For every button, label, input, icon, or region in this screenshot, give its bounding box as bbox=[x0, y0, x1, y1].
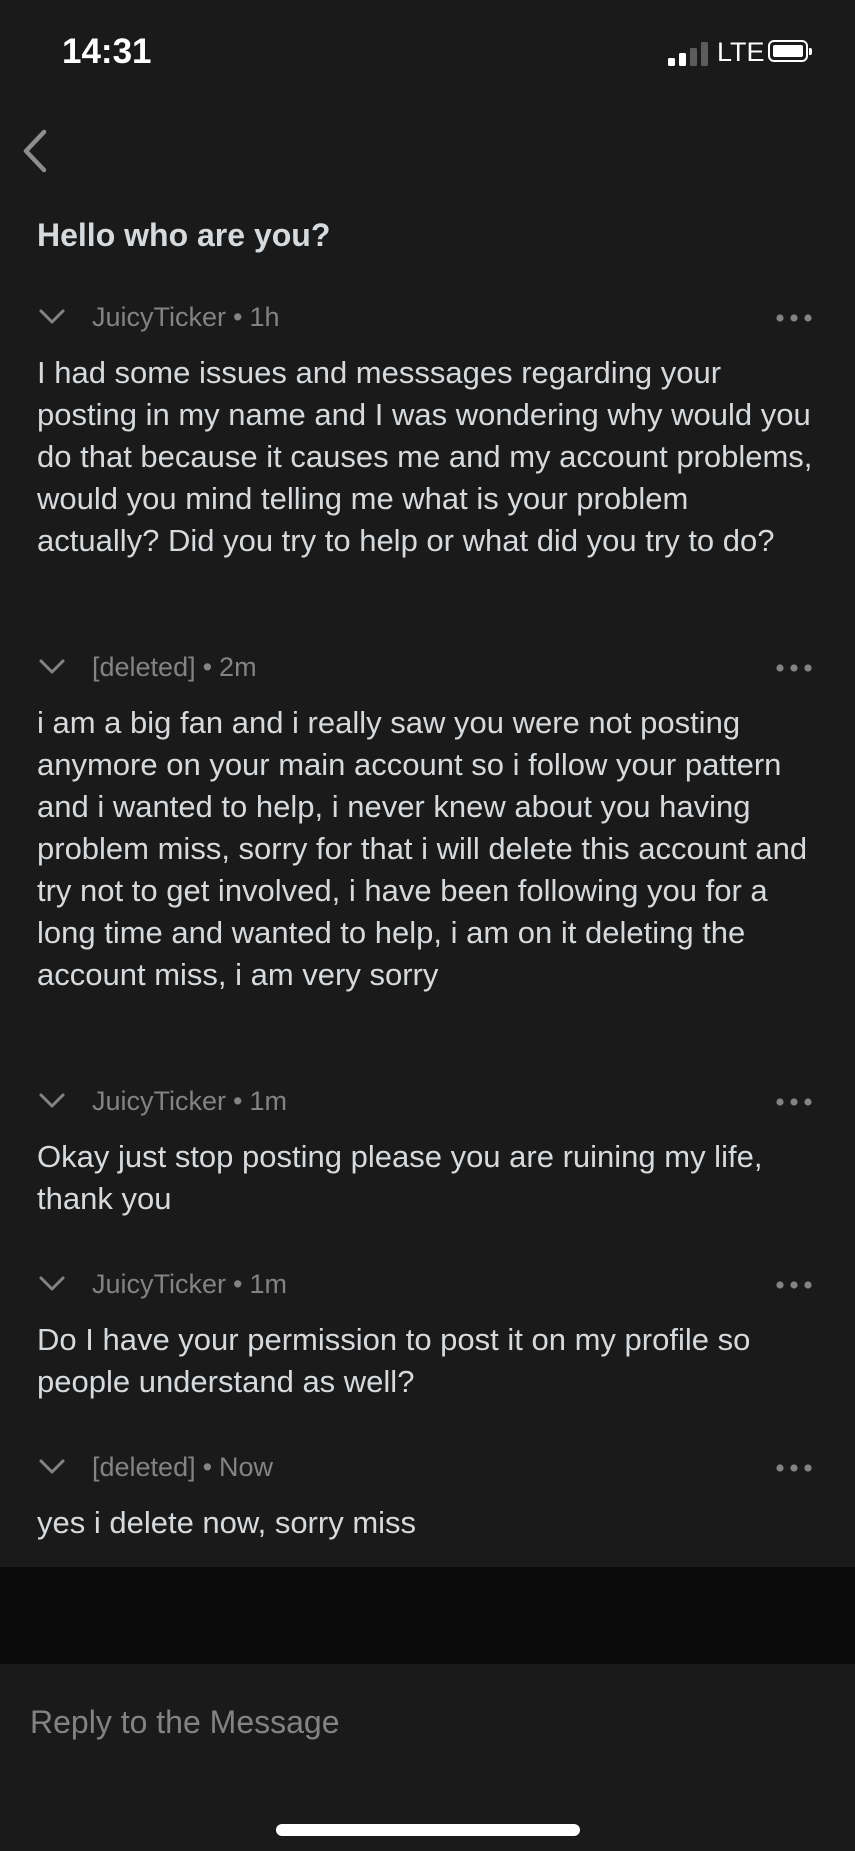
chevron-left-icon bbox=[23, 129, 47, 173]
comment: JuicyTicker • 1m Do I have your permission… bbox=[37, 1263, 819, 1403]
comment-header: JuicyTicker • 1m bbox=[37, 1263, 819, 1307]
comment-author[interactable]: JuicyTicker bbox=[92, 302, 226, 332]
comment-age: 1m bbox=[249, 1269, 287, 1299]
collapse-comment-button[interactable] bbox=[37, 1273, 67, 1295]
more-horizontal-icon bbox=[776, 314, 812, 322]
collapse-comment-button[interactable] bbox=[37, 1456, 67, 1478]
meta-separator: • bbox=[233, 1086, 243, 1116]
more-horizontal-icon bbox=[776, 1281, 812, 1289]
comment-age: 2m bbox=[219, 652, 257, 682]
status-bar: 14:31 LTE bbox=[0, 0, 855, 110]
comment-meta: [deleted] • 2m bbox=[92, 652, 257, 683]
collapse-comment-button[interactable] bbox=[37, 656, 67, 678]
composer-divider bbox=[0, 1567, 855, 1664]
comment-body: i am a big fan and i really saw you were… bbox=[37, 705, 808, 992]
comment-options-button[interactable] bbox=[769, 1454, 819, 1482]
comment-body: I had some issues and messsages regardin… bbox=[37, 355, 813, 558]
comment-body: Do I have your permission to post it on … bbox=[37, 1322, 751, 1399]
comment-meta: [deleted] • Now bbox=[92, 1452, 273, 1483]
comment-options-button[interactable] bbox=[769, 1088, 819, 1116]
more-horizontal-icon bbox=[776, 1464, 812, 1472]
reply-input[interactable] bbox=[30, 1694, 820, 1750]
meta-separator: • bbox=[233, 1269, 243, 1299]
comment-header: [deleted] • Now bbox=[37, 1446, 819, 1490]
battery-icon bbox=[768, 40, 812, 62]
comment-header: [deleted] • 2m bbox=[37, 646, 819, 690]
comment-author[interactable]: JuicyTicker bbox=[92, 1269, 226, 1299]
network-type: LTE bbox=[717, 37, 765, 67]
comment-age: Now bbox=[219, 1452, 274, 1482]
comment-options-button[interactable] bbox=[769, 1271, 819, 1299]
comment: [deleted] • Now yes i delete now, sorry mi… bbox=[37, 1446, 819, 1544]
status-time: 14:31 bbox=[62, 32, 152, 71]
thread-title: Hello who are you? bbox=[37, 217, 331, 253]
meta-separator: • bbox=[202, 652, 213, 682]
comment-options-button[interactable] bbox=[769, 304, 819, 332]
collapse-comment-button[interactable] bbox=[37, 1090, 67, 1112]
chevron-down-icon bbox=[39, 1459, 65, 1474]
chevron-down-icon bbox=[39, 309, 65, 324]
comment-header: JuicyTicker • 1h bbox=[37, 296, 819, 340]
meta-separator: • bbox=[202, 1452, 213, 1482]
comment-body: yes i delete now, sorry miss bbox=[37, 1505, 417, 1540]
chevron-down-icon bbox=[39, 659, 65, 674]
comment-meta: JuicyTicker • 1m bbox=[92, 1086, 287, 1117]
comment-meta: JuicyTicker • 1m bbox=[92, 1269, 287, 1300]
comment: JuicyTicker • 1h I had some issues and mes… bbox=[37, 296, 819, 562]
collapse-comment-button[interactable] bbox=[37, 306, 67, 328]
cellular-signal-icon bbox=[668, 40, 710, 66]
more-horizontal-icon bbox=[776, 664, 812, 672]
chevron-down-icon bbox=[39, 1093, 65, 1108]
comment-author[interactable]: [deleted] bbox=[92, 1452, 196, 1482]
comment: JuicyTicker • 1m Okay just stop posting pl… bbox=[37, 1080, 819, 1220]
comment-meta: JuicyTicker • 1h bbox=[92, 302, 280, 333]
more-horizontal-icon bbox=[776, 1098, 812, 1106]
comment-author[interactable]: JuicyTicker bbox=[92, 1086, 226, 1116]
chevron-down-icon bbox=[39, 1276, 65, 1291]
meta-separator: • bbox=[233, 302, 243, 332]
home-indicator[interactable] bbox=[276, 1824, 580, 1836]
comment-body: Okay just stop posting please you are ru… bbox=[37, 1139, 763, 1216]
comment: [deleted] • 2m i am a big fan and i really… bbox=[37, 646, 819, 996]
comment-author[interactable]: [deleted] bbox=[92, 652, 196, 682]
comment-header: JuicyTicker • 1m bbox=[37, 1080, 819, 1124]
comment-age: 1m bbox=[249, 1086, 287, 1116]
back-button[interactable] bbox=[16, 124, 56, 178]
comment-age: 1h bbox=[249, 302, 280, 332]
reply-bar bbox=[0, 1664, 855, 1851]
comment-options-button[interactable] bbox=[769, 654, 819, 682]
